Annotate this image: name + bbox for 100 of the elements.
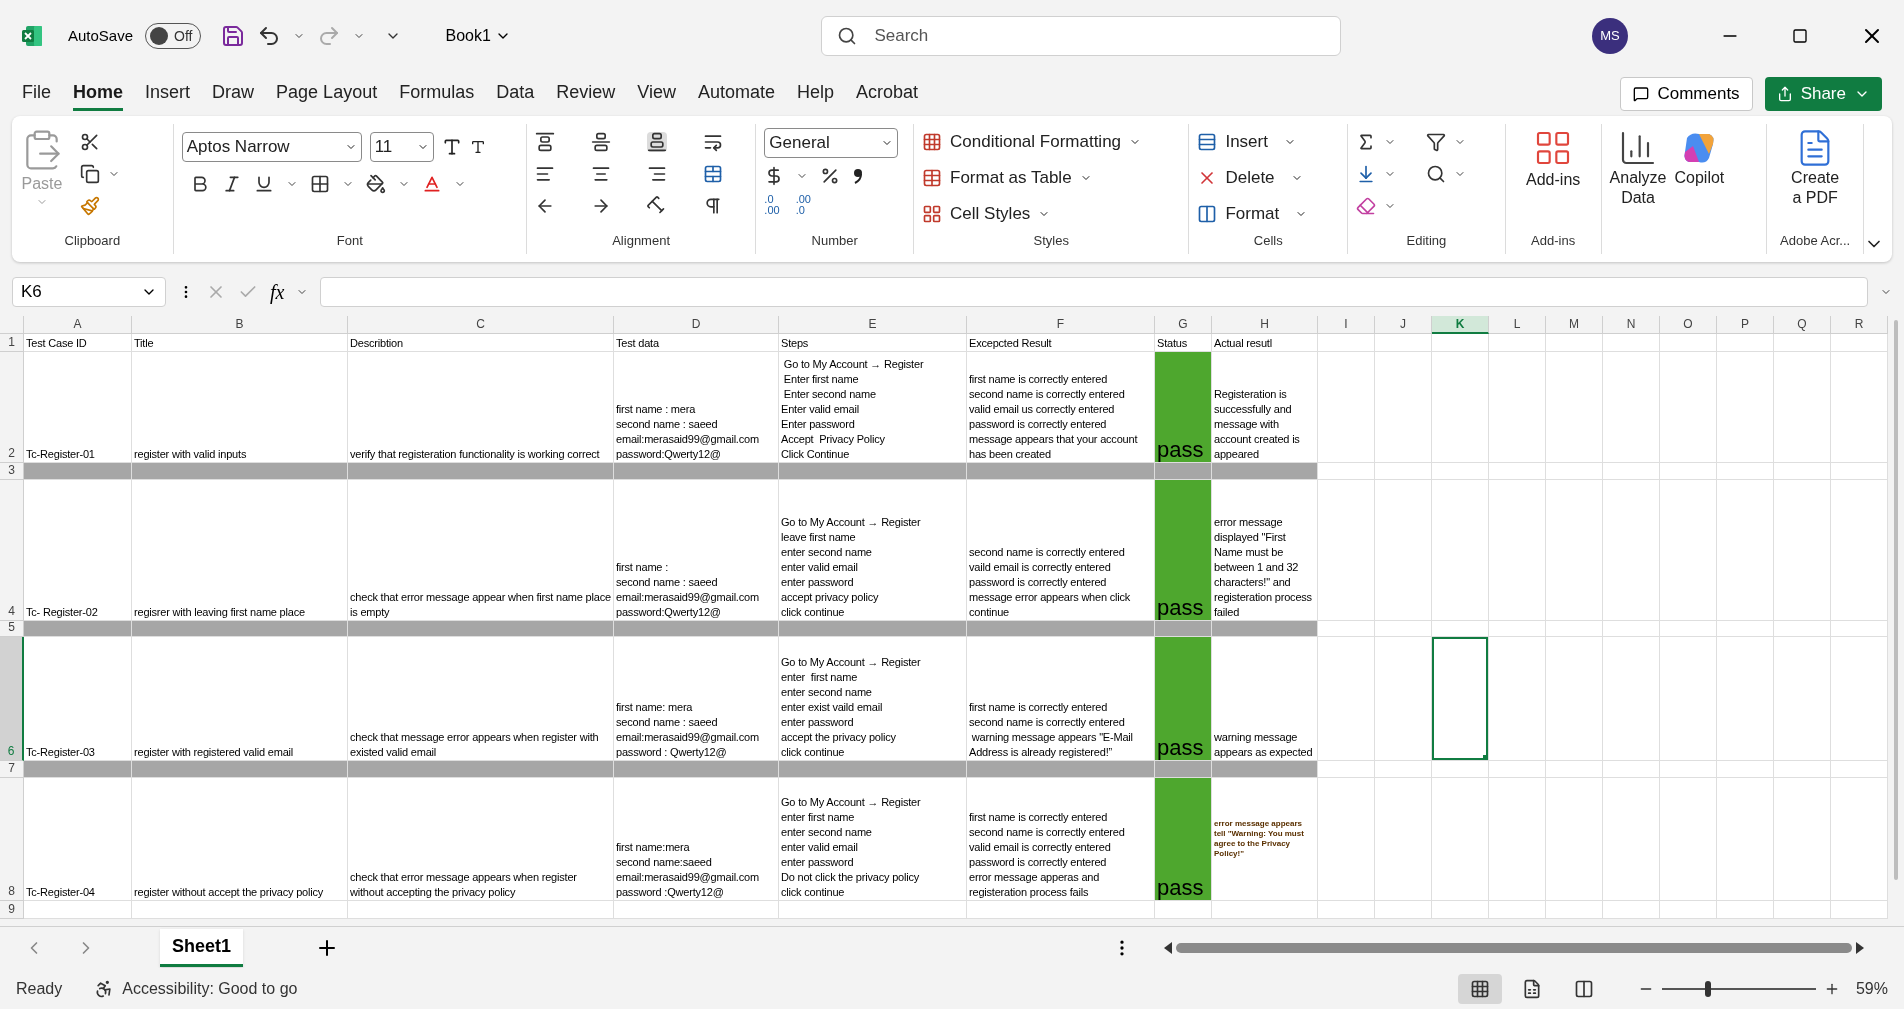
cut-icon[interactable]	[80, 132, 100, 152]
eraser-icon[interactable]	[1356, 196, 1377, 216]
copilot-button[interactable]: Copilot	[1674, 128, 1725, 188]
sheet-tab[interactable]: Sheet1	[160, 928, 244, 967]
align-left-icon[interactable]	[534, 164, 555, 184]
comments-button[interactable]: Comments	[1620, 77, 1753, 111]
ribbon-tab[interactable]: Data	[496, 77, 535, 111]
table-cell: Tc-Register-03	[24, 637, 132, 761]
row-header[interactable]: 6	[0, 637, 24, 761]
ribbon-tab[interactable]: Draw	[212, 77, 255, 111]
comma-style-icon[interactable]	[852, 167, 865, 185]
ribbon-tab[interactable]: File	[22, 77, 51, 111]
ribbon-tab[interactable]: Home	[73, 77, 124, 111]
share-button[interactable]: Share	[1764, 77, 1882, 111]
merge-icon[interactable]	[703, 164, 724, 184]
table-cell	[1603, 621, 1660, 637]
horizontal-scrollbar[interactable]	[1164, 940, 1864, 955]
shrink-font-icon[interactable]	[469, 139, 486, 155]
styles-button[interactable]: Cell Styles	[922, 200, 1181, 228]
row-header[interactable]: 5	[0, 621, 24, 637]
selected-cell[interactable]	[1432, 637, 1489, 761]
wrap-text-icon[interactable]	[703, 132, 724, 152]
row-header[interactable]: 2	[0, 352, 24, 463]
status-cell: pass	[1155, 480, 1212, 621]
align-center-icon[interactable]	[591, 164, 611, 184]
ribbon-tab[interactable]: Automate	[697, 77, 775, 111]
copy-icon[interactable]	[80, 164, 100, 184]
decimal-button[interactable]: .00 .0	[795, 194, 811, 216]
column-header[interactable]: O	[1660, 316, 1717, 334]
row-header[interactable]: 7	[0, 761, 24, 778]
row-header[interactable]: 9	[0, 901, 24, 919]
user-avatar[interactable]: MS	[1592, 18, 1628, 54]
column-header[interactable]: A	[24, 316, 132, 334]
table-cell	[1546, 463, 1603, 480]
column-header[interactable]: P	[1717, 316, 1774, 334]
column-header[interactable]: K	[1432, 316, 1489, 334]
table-cell	[1375, 334, 1432, 352]
ribbon-tab[interactable]: Insert	[145, 77, 191, 111]
column-header[interactable]: M	[1546, 316, 1603, 334]
save-icon[interactable]	[221, 24, 246, 48]
styles-button[interactable]: Conditional Formatting	[922, 128, 1181, 156]
formula-input[interactable]	[320, 277, 1868, 307]
borders-icon[interactable]	[309, 174, 330, 194]
font-name-field[interactable]: Aptos Narrow	[181, 132, 362, 162]
zoom-level[interactable]: 59%	[1855, 976, 1888, 1001]
cells-button[interactable]: Insert	[1197, 128, 1340, 156]
search-field[interactable]: Search	[821, 16, 1342, 56]
create-pdf-button[interactable]: Create a PDF	[1775, 124, 1855, 208]
ribbon-tab[interactable]: Page Layout	[276, 77, 378, 111]
table-cell	[1318, 334, 1375, 352]
column-header[interactable]: D	[614, 316, 779, 334]
column-header[interactable]: L	[1489, 316, 1546, 334]
styles-button[interactable]: Format as Table	[922, 164, 1181, 192]
row-header[interactable]: 3	[0, 463, 24, 480]
document-title[interactable]: Book1	[445, 24, 511, 48]
column-header[interactable]: N	[1603, 316, 1660, 334]
sort-filter-icon[interactable]	[1426, 132, 1447, 152]
row-header[interactable]: 1	[0, 334, 24, 352]
accessibility-button[interactable]: Accessibility: Good to go	[94, 976, 298, 1001]
insert-function-button[interactable]: fx	[270, 277, 285, 307]
row-header[interactable]: 4	[0, 480, 24, 621]
view-button[interactable]	[1457, 973, 1502, 1004]
font-size-field[interactable]: 11	[369, 132, 434, 162]
column-header[interactable]: I	[1318, 316, 1375, 334]
bottom-align-icon[interactable]	[647, 132, 668, 152]
ribbon-tab[interactable]: Help	[797, 77, 835, 111]
ribbon-tab[interactable]: View	[637, 77, 676, 111]
scroll-right-icon[interactable]	[1856, 941, 1864, 954]
fill-color-icon[interactable]	[365, 174, 386, 194]
row-header[interactable]: 8	[0, 778, 24, 901]
ribbon-tab[interactable]: Review	[556, 77, 616, 111]
column-header[interactable]: F	[967, 316, 1155, 334]
column-header[interactable]: C	[348, 316, 614, 334]
table-cell	[1660, 901, 1717, 919]
search-icon	[837, 26, 858, 46]
middle-align-icon[interactable]	[591, 132, 611, 152]
analyze-data-button[interactable]: Analyze Data	[1609, 128, 1667, 208]
scroll-thumb[interactable]	[1894, 320, 1898, 880]
column-header[interactable]: E	[779, 316, 967, 334]
add-ins-button[interactable]: Add-ins	[1513, 124, 1593, 192]
scroll-thumb[interactable]	[1176, 942, 1852, 953]
column-header[interactable]: G	[1155, 316, 1212, 334]
column-header[interactable]: B	[132, 316, 348, 334]
column-header[interactable]: Q	[1774, 316, 1831, 334]
cells-button[interactable]: Format	[1197, 200, 1340, 228]
name-box[interactable]: K6	[12, 277, 166, 307]
zoom-thumb[interactable]	[1705, 980, 1712, 997]
column-header[interactable]: H	[1212, 316, 1318, 334]
column-header[interactable]: R	[1831, 316, 1888, 334]
ribbon-tab[interactable]: Formulas	[399, 77, 475, 111]
align-right-icon[interactable]	[647, 164, 668, 184]
restore-icon[interactable]	[1792, 28, 1808, 44]
column-header[interactable]: J	[1375, 316, 1432, 334]
ribbon-tab[interactable]: Acrobat	[856, 77, 919, 111]
top-align-icon[interactable]	[534, 132, 555, 152]
cells-button[interactable]: Delete	[1197, 164, 1340, 192]
decimal-button[interactable]: .0 .00	[764, 194, 780, 216]
format-painter-icon[interactable]	[80, 196, 100, 216]
find-icon[interactable]	[1426, 164, 1447, 184]
number-format-field[interactable]: General	[764, 128, 899, 158]
